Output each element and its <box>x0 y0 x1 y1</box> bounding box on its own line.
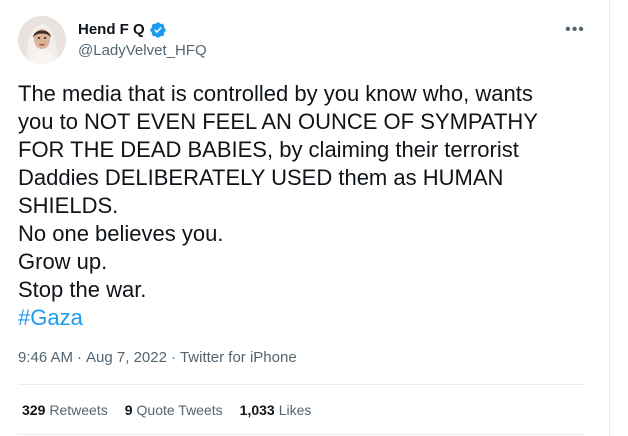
quote-tweets-label: Quote Tweets <box>136 402 223 418</box>
tweet-line: Grow up. <box>18 249 108 274</box>
tweet-line: Stop the war. <box>18 277 147 302</box>
retweets-count: 329 <box>22 402 46 418</box>
likes-label: Likes <box>278 402 312 418</box>
tweet-card: Hend F Q @LadyVelvet_HFQ ••• The media t… <box>0 0 610 436</box>
tweet-source[interactable]: Twitter for iPhone <box>180 348 297 368</box>
tweet-meta: 9:46 AM · Aug 7, 2022 · Twitter for iPho… <box>18 348 297 368</box>
verified-badge-icon <box>149 21 167 39</box>
tweet-line: No one believes you. <box>18 221 224 246</box>
tweet-line: FOR THE DEAD BABIES, by claiming their t… <box>18 137 519 162</box>
tweet-line: Daddies DELIBERATELY USED them as HUMAN <box>18 165 504 190</box>
tweet-time[interactable]: 9:46 AM <box>18 348 73 368</box>
tweet-text: The media that is controlled by you know… <box>18 80 593 332</box>
author-handle[interactable]: @LadyVelvet_HFQ <box>78 41 207 61</box>
more-options-icon[interactable]: ••• <box>563 20 587 40</box>
meta-separator: · <box>170 349 176 366</box>
avatar[interactable] <box>18 16 66 64</box>
retweets-stat[interactable]: 329 Retweets <box>22 400 108 420</box>
likes-stat[interactable]: 1,033 Likes <box>240 400 312 420</box>
name-row: Hend F Q <box>78 20 207 40</box>
quote-tweets-stat[interactable]: 9 Quote Tweets <box>125 400 223 420</box>
retweets-label: Retweets <box>49 402 108 418</box>
likes-count: 1,033 <box>239 402 275 418</box>
tweet-line: you to NOT EVEN FEEL AN OUNCE OF SYMPATH… <box>18 109 538 134</box>
author-names: Hend F Q @LadyVelvet_HFQ <box>78 20 207 61</box>
divider <box>18 384 585 385</box>
divider <box>18 434 585 435</box>
quote-tweets-count: 9 <box>124 402 133 418</box>
tweet-stats: 329 Retweets 9 Quote Tweets 1,033 Likes <box>22 400 311 420</box>
hashtag-link[interactable]: #Gaza <box>18 305 83 330</box>
tweet-line: SHIELDS. <box>18 193 119 218</box>
meta-separator: · <box>77 349 83 366</box>
avatar-image <box>18 16 66 64</box>
tweet-line: The media that is controlled by you know… <box>18 81 533 106</box>
display-name[interactable]: Hend F Q <box>78 20 145 40</box>
tweet-header: Hend F Q @LadyVelvet_HFQ ••• <box>18 16 589 64</box>
tweet-date[interactable]: Aug 7, 2022 <box>86 348 167 368</box>
